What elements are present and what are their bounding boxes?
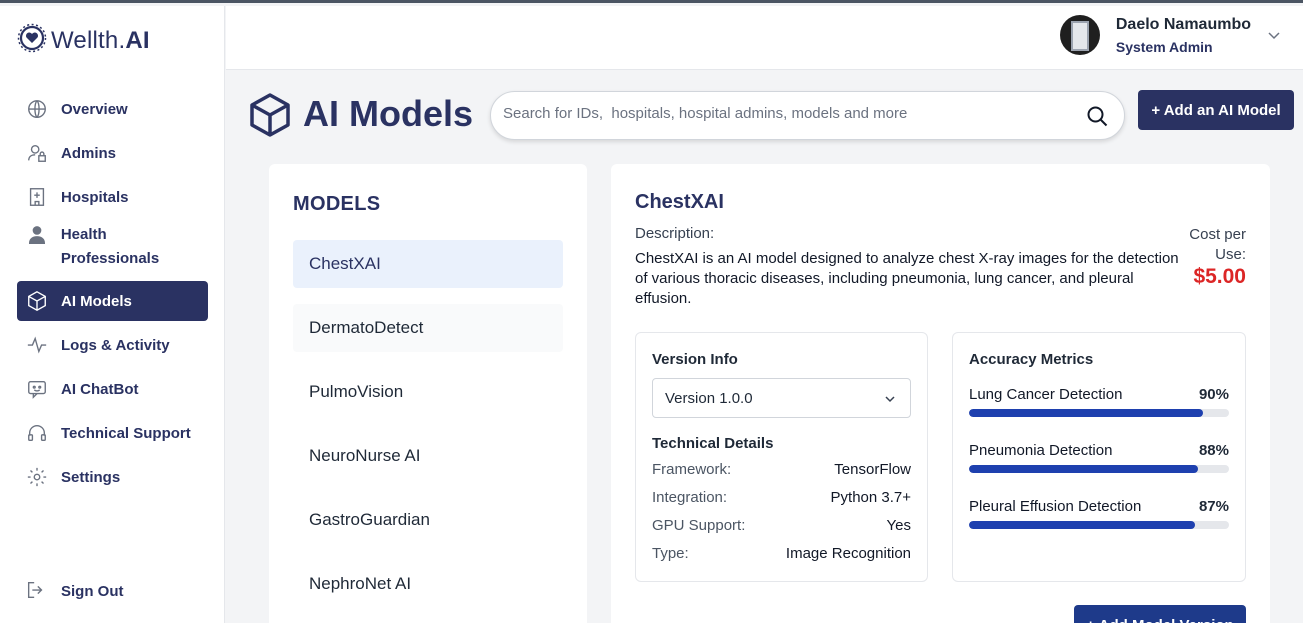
model-item-dermatodetect[interactable]: DermatoDetect	[293, 304, 563, 352]
add-ai-model-button[interactable]: + Add an AI Model	[1138, 90, 1294, 130]
metric-lung-cancer: Lung Cancer Detection 90%	[969, 386, 1229, 442]
progress-bar	[969, 521, 1229, 529]
sidebar-item-ai-chatbot[interactable]: AI ChatBot	[17, 369, 208, 409]
sidebar-item-admins[interactable]: Admins	[17, 133, 208, 173]
version-select[interactable]: Version 1.0.0	[652, 378, 911, 418]
cost-label: Cost per Use:	[1189, 226, 1246, 263]
accuracy-metrics-title: Accuracy Metrics	[969, 351, 1094, 368]
model-item-nephronet-ai[interactable]: NephroNet AI	[293, 560, 563, 608]
model-name: ChestXAI	[635, 191, 724, 213]
chevron-down-icon[interactable]	[1267, 28, 1281, 42]
search-input[interactable]	[503, 105, 1073, 122]
accuracy-metrics-card: Accuracy Metrics Lung Cancer Detection 90…	[952, 332, 1246, 582]
avatar	[1059, 15, 1100, 55]
model-item-pulmovision[interactable]: PulmoVision	[293, 368, 563, 416]
metric-pleural-effusion: Pleural Effusion Detection 87%	[969, 498, 1229, 554]
sidebar-item-hospitals[interactable]: Hospitals	[17, 177, 208, 217]
sidebar-nav: Overview Admins Hospitals Health Profess…	[17, 89, 208, 501]
models-heading: MODELS	[293, 193, 381, 215]
model-item-gastroguardian[interactable]: GastroGuardian	[293, 496, 563, 544]
sidebar-item-health-professionals[interactable]: Health Professionals	[17, 221, 208, 277]
user-menu[interactable]: Daelo Namaumbo System Admin	[1059, 15, 1281, 55]
gear-icon	[25, 465, 49, 489]
version-info-title: Version Info	[652, 351, 738, 368]
globe-icon	[25, 97, 49, 121]
technical-details-title: Technical Details	[652, 435, 774, 452]
search-bar	[490, 91, 1125, 140]
doctor-icon	[25, 223, 49, 247]
user-name: Daelo Namaumbo	[1115, 15, 1251, 33]
tech-row-type: Type: Image Recognition	[652, 545, 911, 562]
activity-icon	[25, 333, 49, 357]
metric-pneumonia: Pneumonia Detection 88%	[969, 442, 1229, 498]
chevron-down-icon	[884, 392, 896, 404]
cube-icon	[25, 289, 49, 313]
sign-out-button[interactable]: Sign Out	[25, 579, 124, 603]
page-title: AI Models	[303, 93, 474, 134]
add-model-version-button[interactable]: + Add Model Version	[1074, 605, 1246, 623]
metrics-list: Lung Cancer Detection 90% Pneumonia Detec…	[969, 386, 1229, 554]
description-label: Description:	[635, 225, 715, 242]
tech-row-gpu-support: GPU Support: Yes	[652, 517, 911, 534]
models-panel: MODELS ChestXAI DermatoDetect PulmoVisio…	[269, 164, 587, 623]
progress-bar	[969, 409, 1229, 417]
cube-icon	[248, 92, 292, 138]
sidebar-item-logs-activity[interactable]: Logs & Activity	[17, 325, 208, 365]
model-detail-panel: ChestXAI Description: ChestXAI is an AI …	[611, 164, 1270, 623]
cost-value: $5.00	[1193, 265, 1246, 288]
technical-details: Framework: TensorFlow Integration: Python …	[652, 461, 911, 573]
tech-row-integration: Integration: Python 3.7+	[652, 489, 911, 506]
sidebar-item-ai-models[interactable]: AI Models	[17, 281, 208, 321]
chatbot-icon	[25, 377, 49, 401]
tech-row-framework: Framework: TensorFlow	[652, 461, 911, 478]
user-lock-icon	[25, 141, 49, 165]
sidebar: Wellth.AI Overview Admins Hospitals Heal…	[0, 6, 225, 623]
brain-heart-logo-icon	[17, 23, 47, 58]
model-list: ChestXAI DermatoDetect PulmoVision Neuro…	[293, 240, 563, 623]
sign-out-icon	[25, 579, 49, 603]
model-description: ChestXAI is an AI model designed to anal…	[635, 250, 1179, 307]
hospital-icon	[25, 185, 49, 209]
model-item-chestxai[interactable]: ChestXAI	[293, 240, 563, 288]
brand-logo[interactable]: Wellth.AI	[17, 23, 150, 58]
version-select-value: Version 1.0.0	[665, 389, 753, 407]
model-item-neuronurse-ai[interactable]: NeuroNurse AI	[293, 432, 563, 480]
sidebar-item-technical-support[interactable]: Technical Support	[17, 413, 208, 453]
sidebar-item-settings[interactable]: Settings	[17, 457, 208, 497]
progress-bar	[969, 465, 1229, 473]
headset-icon	[25, 421, 49, 445]
brand-name: Wellth.AI	[51, 26, 150, 54]
user-role: System Admin	[1115, 38, 1213, 55]
version-info-card: Version Info Version 1.0.0 Technical Det…	[635, 332, 928, 582]
search-icon[interactable]	[1086, 105, 1108, 127]
sidebar-item-overview[interactable]: Overview	[17, 89, 208, 129]
top-bar: Daelo Namaumbo System Admin	[226, 6, 1303, 70]
